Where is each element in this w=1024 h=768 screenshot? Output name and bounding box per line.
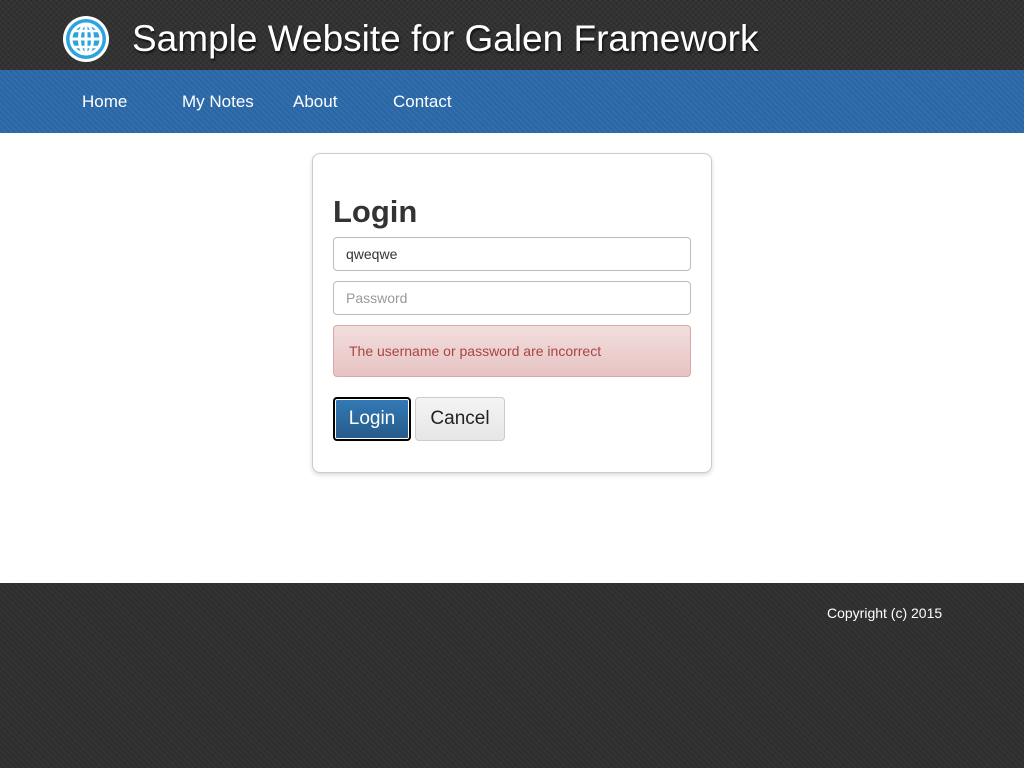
nav-item-home[interactable]: Home: [82, 70, 127, 133]
nav-item-my-notes[interactable]: My Notes: [182, 70, 254, 133]
nav-item-contact[interactable]: Contact: [393, 70, 452, 133]
site-footer: Copyright (c) 2015: [0, 583, 1024, 768]
login-title: Login: [333, 194, 418, 229]
site-title: Sample Website for Galen Framework: [132, 18, 759, 59]
cancel-button[interactable]: Cancel: [415, 397, 505, 441]
globe-icon[interactable]: [63, 16, 109, 62]
nav-item-about[interactable]: About: [293, 70, 337, 133]
login-panel: Login The username or password are incor…: [312, 153, 712, 473]
password-input[interactable]: [333, 281, 691, 315]
error-alert: The username or password are incorrect: [333, 325, 691, 377]
main-nav: Home My Notes About Contact: [0, 70, 1024, 133]
site-header: Sample Website for Galen Framework: [0, 0, 1024, 70]
copyright-text: Copyright (c) 2015: [827, 605, 943, 621]
login-button[interactable]: Login: [333, 397, 411, 441]
username-input[interactable]: [333, 237, 691, 271]
